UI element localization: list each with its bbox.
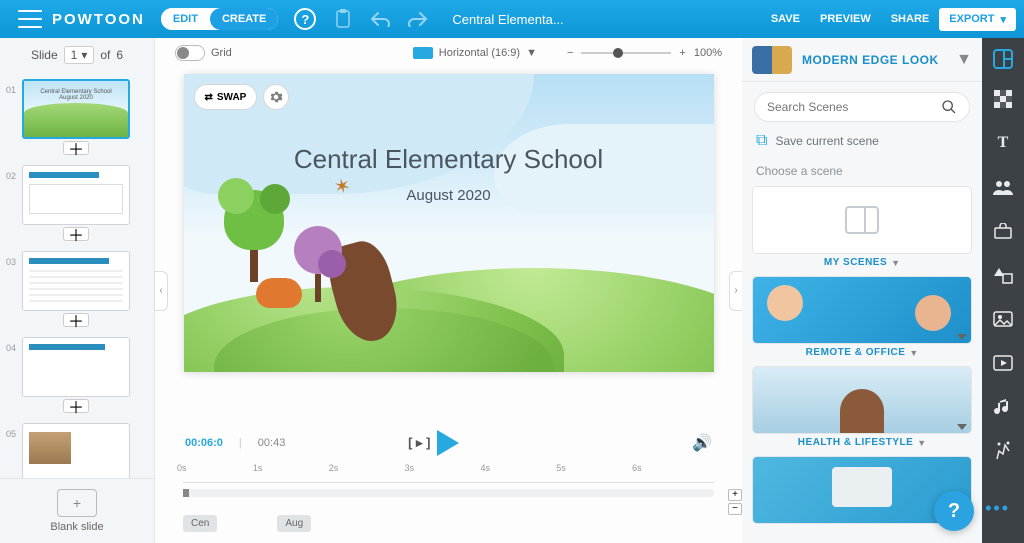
slide-title-text[interactable]: Central Elementary School August 2020 [237, 144, 661, 204]
timeline-zoom-out[interactable]: − [728, 503, 742, 515]
scene-category-health[interactable]: HEALTH & LIFESTYLE▼ [752, 366, 972, 448]
props-tool-icon[interactable] [992, 220, 1014, 242]
look-selector[interactable]: MODERN EDGE LOOK ▼ [742, 38, 982, 82]
scene-layout-icon[interactable] [990, 46, 1016, 72]
step-back-button[interactable]: [ ▸ ] [408, 435, 430, 451]
zoom-control: − + 100% [567, 47, 722, 59]
slide-thumbnail-4[interactable]: 04 ＋ [0, 334, 154, 420]
aspect-icon [413, 47, 433, 59]
timeline-clip[interactable]: Cen [183, 515, 217, 532]
editor-area: ‹ › Grid Horizontal (16:9) ▼ − + 100% [155, 38, 742, 543]
text-tool-icon[interactable]: T [992, 132, 1014, 154]
layout-icon [845, 206, 879, 234]
slides-list: 01 Central Elementary SchoolAugust 2020 … [0, 72, 154, 478]
mode-toggle: EDIT CREATE [161, 8, 278, 30]
characters-tool-icon[interactable] [992, 176, 1014, 198]
preview-button[interactable]: PREVIEW [810, 7, 881, 31]
edit-mode-button[interactable]: EDIT [161, 8, 210, 30]
top-bar: POWTOON EDIT CREATE ? Central Elementa..… [0, 0, 1024, 38]
menu-icon[interactable] [18, 10, 42, 28]
undo-icon[interactable] [370, 11, 390, 27]
canvas-toolbar: Grid Horizontal (16:9) ▼ − + 100% [155, 38, 742, 68]
export-button[interactable]: EXPORT▾ [939, 8, 1016, 31]
grid-toggle[interactable]: Grid [175, 45, 232, 61]
scenes-panel: MODERN EDGE LOOK ▼ ⧉ Save current scene … [742, 38, 982, 543]
timeline-ruler[interactable]: 0s 1s 2s 3s 4s 5s 6s [183, 463, 714, 483]
shapes-tool-icon[interactable] [992, 264, 1014, 286]
redo-icon[interactable] [408, 11, 428, 27]
save-button[interactable]: SAVE [761, 7, 810, 31]
chevron-down-icon: ▾ [1000, 13, 1006, 26]
search-icon [941, 99, 957, 115]
chevron-down-icon[interactable] [957, 424, 967, 430]
slide-thumbnail-1[interactable]: 01 Central Elementary SchoolAugust 2020 … [0, 76, 154, 162]
sound-icon[interactable]: 🔊 [692, 433, 712, 453]
current-time: 00:06:0 [185, 437, 223, 449]
more-options-icon[interactable]: ••• [985, 498, 1010, 519]
total-time: 00:43 [258, 437, 286, 449]
help-bubble-button[interactable]: ? [934, 491, 974, 531]
scene-categories: MY SCENES▼ REMOTE & OFFICE▼ HEALTH & LIF… [742, 182, 982, 543]
scene-search[interactable] [754, 92, 970, 122]
timeline: 0s 1s 2s 3s 4s 5s 6s + − Cen Aug [155, 463, 742, 543]
help-icon[interactable]: ? [294, 8, 316, 30]
logo: POWTOON [52, 11, 145, 28]
choose-scene-label: Choose a scene [742, 160, 982, 182]
timeline-clip[interactable]: Aug [277, 515, 311, 532]
slide-thumbnail-5[interactable]: 05 ＋ [0, 420, 154, 478]
add-slide-after-icon[interactable]: ＋ [63, 141, 89, 155]
search-input[interactable] [767, 100, 941, 114]
specials-tool-icon[interactable] [992, 440, 1014, 462]
slide-thumbnail-3[interactable]: 03 ＋ [0, 248, 154, 334]
share-button[interactable]: SHARE [881, 7, 940, 31]
save-scene-icon: ⧉ [756, 132, 767, 150]
swap-icon: ⇄ [205, 92, 213, 103]
create-mode-button[interactable]: CREATE [210, 8, 278, 30]
aspect-ratio-select[interactable]: Horizontal (16:9) ▼ [413, 47, 537, 59]
chevron-down-icon: ▼ [956, 51, 972, 69]
videos-tool-icon[interactable] [992, 352, 1014, 374]
plus-icon: + [57, 489, 97, 517]
chevron-down-icon[interactable]: ▼ [909, 348, 918, 358]
add-slide-after-icon[interactable]: ＋ [63, 227, 89, 241]
slide-number-select[interactable]: 1▾ [64, 46, 95, 64]
zoom-in-button[interactable]: + [679, 47, 685, 59]
zoom-out-button[interactable]: − [567, 47, 573, 59]
gear-icon [269, 90, 283, 104]
timeline-track[interactable] [183, 489, 714, 497]
slide-canvas[interactable]: ✶ Central Elementary School August 2020 … [184, 74, 714, 372]
background-tool-icon[interactable] [992, 88, 1014, 110]
scene-category-my[interactable]: MY SCENES▼ [752, 186, 972, 268]
player-bar: 00:06:0 | 00:43 [ ▸ ] 🔊 [155, 423, 742, 463]
tool-strip: T [982, 38, 1024, 543]
playhead[interactable] [183, 489, 189, 497]
slide-thumbnail-2[interactable]: 02 ＋ [0, 162, 154, 248]
add-slide-after-icon[interactable]: ＋ [63, 399, 89, 413]
chevron-down-icon: ▾ [81, 48, 87, 62]
slides-panel: Slide 1▾ of 6 01 Central Elementary Scho… [0, 38, 155, 543]
slide-counter: Slide 1▾ of 6 [0, 38, 154, 72]
timeline-zoom-in[interactable]: + [728, 489, 742, 501]
project-title[interactable]: Central Elementa... [452, 12, 563, 27]
chevron-down-icon[interactable]: ▼ [891, 258, 900, 268]
add-slide-after-icon[interactable]: ＋ [63, 313, 89, 327]
toggle-switch[interactable] [175, 45, 205, 61]
play-button[interactable] [437, 430, 459, 456]
zoom-slider[interactable] [581, 52, 671, 54]
sound-tool-icon[interactable] [992, 396, 1014, 418]
zoom-value: 100% [694, 47, 722, 59]
scene-category-remote[interactable]: REMOTE & OFFICE▼ [752, 276, 972, 358]
chevron-down-icon: ▼ [526, 47, 537, 59]
blank-slide-button[interactable]: + Blank slide [0, 478, 154, 543]
look-thumbnail [752, 46, 792, 74]
chevron-down-icon[interactable]: ▼ [917, 438, 926, 448]
scene-settings-button[interactable] [263, 84, 289, 110]
chevron-down-icon[interactable] [957, 334, 967, 340]
save-scene-button[interactable]: ⧉ Save current scene [742, 132, 982, 160]
swap-button[interactable]: ⇄SWAP [194, 84, 258, 110]
images-tool-icon[interactable] [992, 308, 1014, 330]
clipboard-icon[interactable] [334, 9, 352, 29]
